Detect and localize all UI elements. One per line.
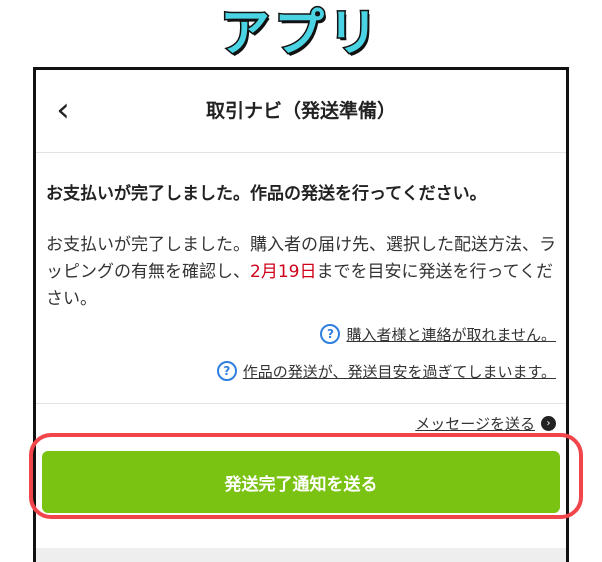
help-link-overdue-label[interactable]: 作品の発送が、発送目安を過ぎてしまいます。 bbox=[243, 361, 556, 382]
page-title: 取引ナビ（発送準備） bbox=[205, 100, 396, 122]
help-link-contact[interactable]: ? 購入者様と連絡が取れません。 bbox=[320, 322, 556, 346]
instruction-text: お支払いが完了しました。購入者の届け先、選択した配送方法、ラッピングの有無を確認… bbox=[46, 232, 562, 313]
nav-header: ‹ 取引ナビ（発送準備） bbox=[36, 70, 566, 153]
bottom-bar bbox=[36, 548, 566, 562]
send-message-link[interactable]: メッセージを送る › bbox=[415, 411, 556, 435]
divider bbox=[36, 403, 566, 404]
app-badge-label: アプリ bbox=[219, 3, 382, 64]
deadline-date: 2月19日 bbox=[250, 262, 317, 282]
send-shipping-notice-button[interactable]: 発送完了通知を送る bbox=[42, 451, 560, 513]
question-circle-icon: ? bbox=[216, 361, 237, 381]
status-heading: お支払いが完了しました。作品の発送を行ってください。 bbox=[46, 184, 487, 204]
help-link-overdue[interactable]: ? 作品の発送が、発送目安を過ぎてしまいます。 bbox=[216, 359, 556, 383]
question-circle-icon: ? bbox=[320, 324, 341, 344]
send-message-label[interactable]: メッセージを送る bbox=[415, 413, 535, 434]
send-shipping-notice-label: 発送完了通知を送る bbox=[224, 474, 378, 495]
help-link-contact-label[interactable]: 購入者様と連絡が取れません。 bbox=[346, 324, 556, 345]
chevron-right-circle-icon: › bbox=[541, 415, 556, 431]
